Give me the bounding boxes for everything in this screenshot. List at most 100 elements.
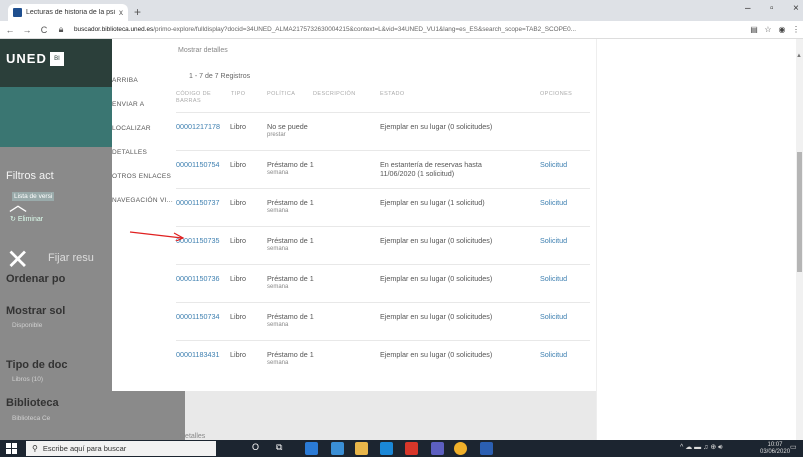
forward-icon[interactable]: →: [20, 25, 34, 35]
eliminar-label: Eliminar: [17, 216, 44, 223]
biblioteca-heading[interactable]: Biblioteca: [6, 397, 59, 409]
solicitud-link[interactable]: Solicitud: [540, 312, 567, 321]
close-window-button[interactable]: ×: [793, 3, 799, 14]
policy-line-2: semana: [267, 208, 289, 214]
eliminar-link[interactable]: ↻ Eliminar: [10, 215, 43, 223]
menu-item-enviar[interactable]: ENVIAR A: [112, 101, 176, 108]
table-row: 00001150754 Libro Préstamo de 1 semana En es…: [176, 150, 590, 188]
item-status: Ejemplar en su lugar (0 solicitudes): [380, 122, 520, 131]
store-icon[interactable]: [331, 442, 344, 455]
menu-item-localizar[interactable]: LOCALIZAR: [112, 125, 176, 132]
disponible-filter[interactable]: Disponible: [12, 322, 42, 329]
url-path: /primo-explore/fulldisplay?docid=34UNED_…: [153, 26, 577, 33]
header-estado: ESTADO: [380, 91, 405, 97]
barcode-link[interactable]: 00001217178: [176, 122, 220, 131]
reload-icon[interactable]: C: [37, 25, 51, 35]
translate-icon[interactable]: ▤: [747, 25, 761, 34]
status-line: Ejemplar en su lugar (0 solicitudes): [380, 274, 493, 283]
policy-line: Préstamo de 1: [267, 236, 314, 245]
scrollbar-thumb[interactable]: [797, 152, 802, 272]
profile-icon[interactable]: ◉: [775, 25, 789, 34]
filters-heading: Filtros act: [6, 170, 54, 182]
scroll-up-icon[interactable]: ▲: [796, 53, 802, 59]
menu-item-otros-enlaces[interactable]: OTROS ENLACES: [112, 173, 176, 180]
menu-item-detalles[interactable]: DETALLES: [112, 149, 176, 156]
menu-item-arriba[interactable]: ARRIBA: [112, 77, 176, 84]
solicitud-link[interactable]: Solicitud: [540, 198, 567, 207]
table-row: 00001150734 Libro Préstamo de 1 semana Ejemp…: [176, 302, 590, 340]
explorer-icon[interactable]: [355, 442, 368, 455]
taskbar-search[interactable]: ⚲ Escribe aquí para buscar: [26, 441, 216, 456]
star-icon[interactable]: ☆: [761, 25, 775, 34]
tipo-heading[interactable]: Tipo de doc: [6, 359, 68, 371]
notifications-icon[interactable]: ▭: [790, 443, 797, 451]
policy-line: Préstamo de 1: [267, 274, 314, 283]
ordenar-heading[interactable]: Ordenar po: [6, 273, 65, 285]
status-line: Ejemplar en su lugar (0 solicitudes): [380, 350, 493, 359]
table-row: 00001150737 Libro Préstamo de 1 semana Ejemp…: [176, 188, 590, 226]
red-arrow-annotation: [129, 231, 185, 241]
mail-icon[interactable]: [380, 442, 393, 455]
barcode-link[interactable]: 00001150737: [176, 198, 219, 207]
clock-time: 10:07: [767, 442, 783, 448]
back-icon[interactable]: ←: [3, 25, 17, 35]
item-status: En estantería de reservas hasta 11/06/202…: [380, 160, 520, 178]
header-tipo: TIPO: [231, 91, 246, 97]
page-area: UNED BI Filtros act Lista de versi ︿ ↻ E…: [0, 39, 803, 440]
mostrar-heading[interactable]: Mostrar sol: [6, 305, 65, 317]
taskbar: ⚲ Escribe aquí para buscar O ⧉ ^ ☁ ▬ ♫ ⊕…: [0, 440, 803, 457]
barcode-link[interactable]: 00001150736: [176, 274, 219, 283]
chrome-icon[interactable]: [454, 442, 467, 455]
fijar-resultados: Fijar resu: [48, 252, 94, 264]
minimize-button[interactable]: –: [745, 3, 751, 14]
solicitud-link[interactable]: Solicitud: [540, 350, 567, 359]
solicitud-link[interactable]: Solicitud: [540, 274, 567, 283]
biblioteca-filter[interactable]: Biblioteca Ce: [12, 415, 50, 422]
solicitud-link[interactable]: Solicitud: [540, 160, 567, 169]
edge-icon[interactable]: [305, 442, 318, 455]
policy-line-2: semana: [267, 322, 289, 328]
policy-line-2: semana: [267, 360, 289, 366]
cortana-icon[interactable]: O: [252, 442, 265, 455]
item-status: Ejemplar en su lugar (0 solicitudes): [380, 312, 520, 321]
table-row: 00001150736 Libro Préstamo de 1 semana Ejemp…: [176, 264, 590, 302]
teams-icon[interactable]: [431, 442, 444, 455]
right-panel: [596, 39, 796, 440]
item-type: Libro: [230, 236, 246, 245]
menu-item-navegacion[interactable]: NAVEGACIÓN VI...: [112, 197, 176, 204]
barcode-link[interactable]: 00001150734: [176, 312, 219, 321]
item-status: Ejemplar en su lugar (1 solicitud): [380, 198, 520, 207]
solicitud-link[interactable]: Solicitud: [540, 236, 567, 245]
clock-date: 03/06/2020: [760, 449, 791, 455]
header-codigo: CÓDIGO DE BARRAS: [176, 91, 212, 104]
barcode-link[interactable]: 00001150754: [176, 160, 219, 169]
item-type: Libro: [230, 122, 246, 131]
status-line: Ejemplar en su lugar (1 solicitud): [380, 198, 485, 207]
policy-line: Préstamo de 1: [267, 350, 314, 359]
menu-icon[interactable]: ⋮: [789, 25, 803, 34]
policy-line-2: semana: [267, 284, 289, 290]
browser-tab[interactable]: Lecturas de historia de la psicolo x: [8, 4, 128, 21]
tab-close-icon[interactable]: x: [119, 8, 123, 17]
system-tray-icons[interactable]: ^ ☁ ▬ ♫ ⊕ 🔊︎: [680, 443, 723, 452]
barcode-link[interactable]: 00001183431: [176, 350, 219, 359]
tab-title: Lecturas de historia de la psicolo: [26, 9, 115, 16]
libros-filter[interactable]: Libros (10): [12, 376, 43, 383]
maximize-button[interactable]: ▫: [770, 3, 774, 14]
taskbar-clock[interactable]: 10:07 03/06/2020: [760, 442, 790, 456]
new-tab-button[interactable]: +: [134, 5, 141, 19]
policy-line: No se puede: [267, 122, 308, 131]
mostrar-detalles-link[interactable]: Mostrar detalles: [178, 47, 228, 54]
item-type: Libro: [230, 274, 246, 283]
url-field[interactable]: buscador.biblioteca.uned.es/primo-explor…: [74, 26, 747, 33]
task-view-icon[interactable]: ⧉: [276, 442, 289, 455]
loan-policy: Préstamo de 1 semana: [267, 160, 337, 178]
status-line: En estantería de reservas hasta: [380, 160, 482, 169]
item-type: Libro: [230, 312, 246, 321]
windows-start-icon[interactable]: [6, 443, 17, 454]
chevron-up-icon[interactable]: ︿: [9, 191, 27, 217]
office-icon[interactable]: [405, 442, 418, 455]
library-logo: BI: [50, 52, 64, 66]
close-overlay-icon[interactable]: ✕: [6, 243, 29, 276]
word-icon[interactable]: [480, 442, 493, 455]
